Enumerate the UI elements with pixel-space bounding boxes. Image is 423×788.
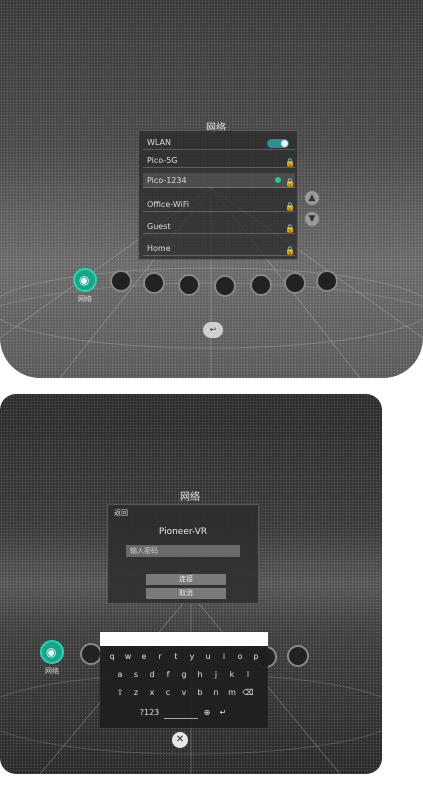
scroll-up-button[interactable]: ▲ bbox=[305, 191, 319, 205]
wifi-icon: ◉ bbox=[79, 273, 90, 287]
key[interactable]: e bbox=[138, 650, 151, 663]
dock-network-label: 网络 bbox=[78, 295, 92, 303]
globe-key[interactable]: ⊕ bbox=[201, 706, 214, 719]
backspace-key[interactable]: ⌫ bbox=[242, 686, 255, 699]
dock-item[interactable] bbox=[178, 274, 200, 296]
keyboard-row-4: ?123 ⊕ ↵ bbox=[104, 706, 264, 719]
symbols-key[interactable]: ?123 bbox=[139, 706, 161, 719]
key[interactable]: u bbox=[202, 650, 215, 663]
key[interactable]: v bbox=[178, 686, 191, 699]
dock-item[interactable] bbox=[287, 645, 309, 667]
dialog-back-button[interactable]: 返回 bbox=[114, 508, 128, 518]
key[interactable]: c bbox=[162, 686, 175, 699]
dock-item[interactable] bbox=[143, 272, 165, 294]
page-title: 网络 bbox=[180, 492, 200, 503]
connect-button[interactable]: 连接 bbox=[146, 574, 226, 585]
dock-item[interactable] bbox=[110, 270, 132, 292]
network-item[interactable]: Office-WiFi 🔒 bbox=[143, 197, 295, 212]
key[interactable]: i bbox=[218, 650, 231, 663]
lock-icon: 🔒 bbox=[285, 246, 295, 255]
keyboard-text-bar[interactable] bbox=[100, 632, 268, 646]
key[interactable]: l bbox=[242, 668, 255, 681]
key[interactable]: g bbox=[178, 668, 191, 681]
network-name: Office-WiFi bbox=[147, 199, 190, 209]
dock-item[interactable] bbox=[214, 275, 236, 297]
lock-icon: 🔒 bbox=[285, 178, 295, 187]
dock-network[interactable]: ◉ bbox=[40, 640, 64, 664]
dock-item[interactable] bbox=[316, 270, 338, 292]
keyboard-row-2: a s d f g h j k l bbox=[104, 668, 264, 681]
network-ssid: Pioneer-VR bbox=[158, 527, 208, 537]
shift-key[interactable]: ⇧ bbox=[114, 686, 127, 699]
network-item-selected[interactable]: Pico-1234 🔒 bbox=[143, 173, 295, 188]
key[interactable]: q bbox=[106, 650, 119, 663]
key[interactable]: d bbox=[146, 668, 159, 681]
wifi-toggle[interactable] bbox=[267, 139, 289, 148]
close-keyboard-button[interactable]: ✕ bbox=[172, 732, 188, 748]
back-button[interactable]: ↩ bbox=[203, 322, 223, 338]
key[interactable]: r bbox=[154, 650, 167, 663]
connected-indicator-icon bbox=[275, 177, 281, 183]
network-name: Home bbox=[147, 243, 171, 253]
network-name: Pico-5G bbox=[147, 155, 178, 165]
dock-item[interactable] bbox=[250, 274, 272, 296]
key[interactable]: b bbox=[194, 686, 207, 699]
lock-icon: 🔒 bbox=[285, 224, 295, 233]
scroll-down-button[interactable]: ▼ bbox=[305, 212, 319, 226]
wlan-toggle-row[interactable]: WLAN bbox=[143, 135, 295, 150]
wifi-icon: ◉ bbox=[46, 645, 57, 659]
key[interactable]: x bbox=[146, 686, 159, 699]
lock-icon: 🔒 bbox=[285, 202, 295, 211]
cancel-button[interactable]: 取消 bbox=[146, 588, 226, 599]
key[interactable]: p bbox=[250, 650, 263, 663]
key[interactable]: k bbox=[226, 668, 239, 681]
keyboard-row-1: q w e r t y u i o p bbox=[104, 650, 264, 663]
key[interactable]: y bbox=[186, 650, 199, 663]
key[interactable]: w bbox=[122, 650, 135, 663]
enter-key[interactable]: ↵ bbox=[217, 706, 230, 719]
key[interactable]: n bbox=[210, 686, 223, 699]
key[interactable]: a bbox=[114, 668, 127, 681]
keyboard-row-3: ⇧ z x c v b n m ⌫ bbox=[104, 686, 264, 699]
dock-item[interactable] bbox=[80, 643, 102, 665]
key[interactable]: s bbox=[130, 668, 143, 681]
network-item[interactable]: Home 🔒 bbox=[143, 241, 295, 256]
space-key[interactable] bbox=[163, 706, 198, 719]
network-list-screen: 网络 WLAN Pico-5G 🔒 Pico-1234 🔒 Office-WiF… bbox=[0, 0, 423, 378]
wifi-password-dialog: 返回 Pioneer-VR 输入密码 连接 取消 bbox=[107, 504, 259, 604]
key[interactable]: z bbox=[130, 686, 143, 699]
key[interactable]: f bbox=[162, 668, 175, 681]
network-item[interactable]: Guest 🔒 bbox=[143, 219, 295, 234]
network-list-panel: WLAN Pico-5G 🔒 Pico-1234 🔒 Office-WiFi 🔒… bbox=[138, 130, 298, 260]
dock-network-label: 网络 bbox=[45, 667, 59, 675]
virtual-keyboard: q w e r t y u i o p a s d f g h j k l ⇧ … bbox=[100, 646, 268, 728]
key[interactable]: t bbox=[170, 650, 183, 663]
key[interactable]: h bbox=[194, 668, 207, 681]
dock-network[interactable]: ◉ bbox=[73, 268, 97, 292]
password-field[interactable]: 输入密码 bbox=[126, 545, 240, 557]
network-name: Pico-1234 bbox=[147, 175, 187, 185]
dock-item[interactable] bbox=[284, 272, 306, 294]
lock-icon: 🔒 bbox=[285, 158, 295, 167]
network-name: Guest bbox=[147, 221, 171, 231]
key[interactable]: o bbox=[234, 650, 247, 663]
key[interactable]: m bbox=[226, 686, 239, 699]
network-item[interactable]: Pico-5G 🔒 bbox=[143, 153, 295, 168]
key[interactable]: j bbox=[210, 668, 223, 681]
password-entry-screen: 网络 返回 Pioneer-VR 输入密码 连接 取消 ◉ 网络 q w e r… bbox=[0, 394, 382, 774]
